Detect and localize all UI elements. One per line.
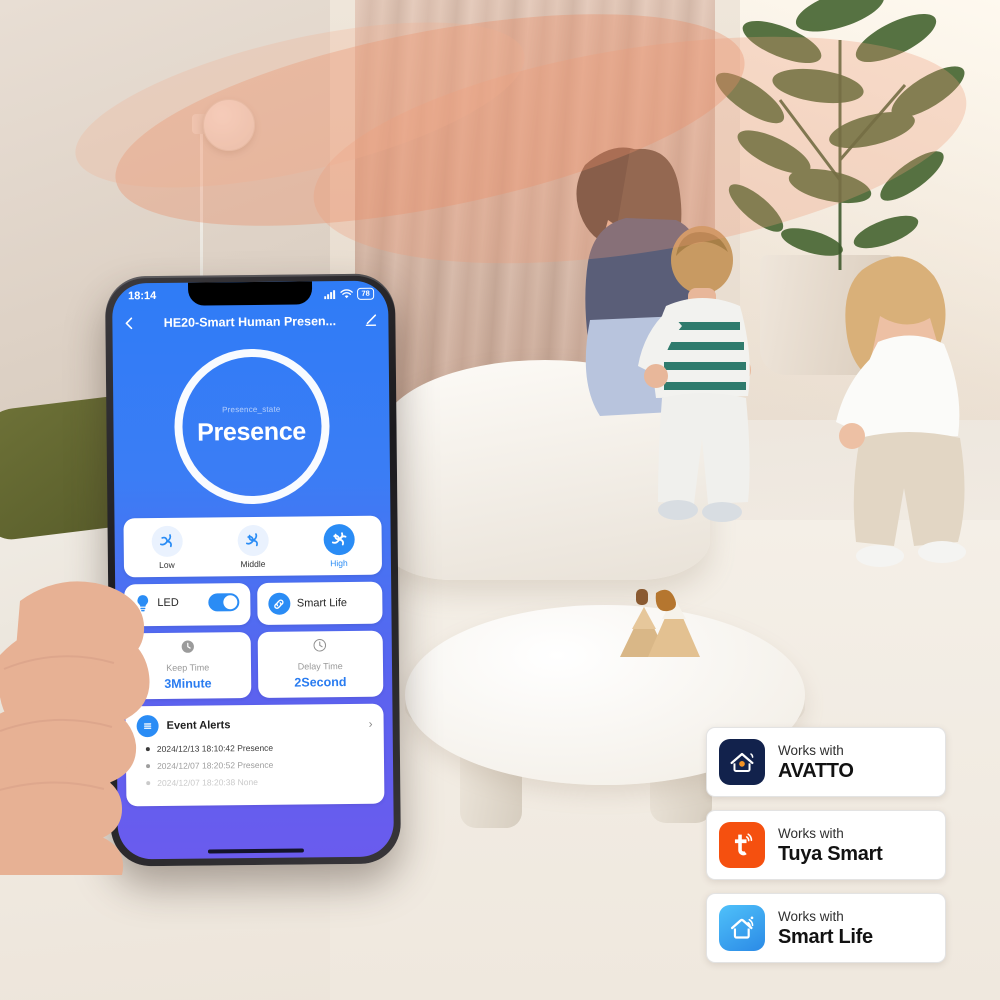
badge-name: AVATTO	[778, 759, 854, 782]
figure-girl	[836, 256, 966, 567]
presence-state-label: Presence_state	[222, 404, 281, 415]
sensitivity-label: Low	[159, 559, 175, 570]
cellular-signal-icon	[324, 289, 336, 299]
badge-prefix: Works with	[778, 825, 844, 841]
sensitivity-label: High	[330, 558, 348, 569]
tuya-t-logo-icon	[719, 822, 765, 868]
event-dot-icon	[146, 781, 151, 786]
event-text: 2024/12/07 18:20:52 Presence	[156, 759, 274, 772]
event-alerts-list: 2024/12/13 18:10:42 Presence 2024/12/07 …	[126, 740, 385, 807]
delay-time-value: 2Second	[294, 675, 347, 690]
list-item[interactable]: 2024/12/13 18:10:42 Presence	[145, 742, 373, 755]
event-dot-icon	[146, 764, 151, 769]
smartphone-device: 18:14 78 HE20-Smart Human Presen... Pres…	[104, 273, 402, 867]
avatto-house-logo-icon	[719, 739, 765, 785]
sensitivity-label: Middle	[240, 558, 266, 570]
wooden-mountain-decor-icon	[620, 589, 700, 657]
sensitivity-option-middle[interactable]: Middle	[210, 524, 296, 570]
event-text: 2024/12/07 18:20:38 None	[157, 776, 258, 789]
clock-filled-icon	[181, 640, 194, 653]
led-toggle-switch[interactable]	[207, 593, 239, 612]
badge-prefix: Works with	[778, 742, 844, 758]
event-dot-icon	[145, 747, 150, 752]
badge-tuya-smart[interactable]: Works with Tuya Smart	[706, 810, 946, 880]
event-alerts-card[interactable]: Event Alerts › 2024/12/13 18:10:42 Prese…	[125, 703, 385, 807]
sensitivity-option-high[interactable]: High	[296, 523, 382, 569]
list-item[interactable]: 2024/12/07 18:20:52 Presence	[146, 759, 373, 771]
chevron-right-icon[interactable]: ›	[369, 717, 373, 731]
pencil-edit-icon[interactable]	[363, 313, 378, 328]
app-navigation-bar: HE20-Smart Human Presen...	[112, 307, 388, 337]
smart-life-card[interactable]: Smart Life	[256, 581, 383, 625]
phone-screen: 18:14 78 HE20-Smart Human Presen... Pres…	[111, 280, 395, 860]
badge-prefix: Works with	[778, 908, 844, 924]
event-alerts-title: Event Alerts	[166, 719, 231, 732]
badge-name: Smart Life	[778, 925, 873, 948]
badge-avatto[interactable]: Works with AVATTO	[706, 727, 946, 797]
toggle-knob	[222, 595, 237, 610]
clock-outline-icon	[313, 639, 327, 652]
home-indicator	[207, 848, 304, 854]
presence-sensor-device	[203, 99, 255, 151]
fan-swirl-icon	[323, 523, 355, 556]
presence-state-dial[interactable]: Presence_state Presence	[113, 334, 391, 519]
led-control-card: LED	[124, 583, 251, 627]
link-icon	[267, 592, 290, 615]
list-item[interactable]: 2024/12/07 18:20:38 None	[146, 776, 373, 788]
presence-ring: Presence_state Presence	[173, 347, 330, 505]
status-time: 18:14	[128, 289, 157, 303]
sensor-cable	[200, 132, 203, 282]
keep-time-label: Keep Time	[166, 662, 210, 673]
delay-time-label: Delay Time	[297, 661, 343, 672]
fan-swirl-icon	[151, 525, 183, 558]
chevron-left-icon[interactable]	[122, 316, 136, 330]
family-figures	[576, 147, 966, 567]
led-label: LED	[157, 596, 179, 610]
wifi-icon	[340, 289, 353, 299]
delay-time-card[interactable]: Delay Time 2Second	[257, 630, 384, 698]
page-title: HE20-Smart Human Presen...	[163, 313, 337, 330]
phone-notch	[187, 281, 313, 306]
badge-smart-life[interactable]: Works with Smart Life	[706, 893, 946, 963]
compatibility-badges: Works with AVATTO Works with Tuya Smart	[706, 727, 946, 976]
presence-state-value: Presence	[197, 417, 307, 447]
sensitivity-option-low[interactable]: Low	[124, 525, 210, 570]
keep-time-card[interactable]: Keep Time 3Minute	[124, 632, 251, 700]
list-menu-icon	[136, 714, 159, 738]
smart-life-label: Smart Life	[296, 597, 348, 610]
smartlife-house-wifi-logo-icon	[719, 905, 765, 951]
event-text: 2024/12/13 18:10:42 Presence	[156, 742, 274, 755]
keep-time-value: 3Minute	[164, 676, 212, 691]
lightbulb-icon	[137, 595, 149, 612]
fan-swirl-icon	[237, 524, 269, 557]
badge-name: Tuya Smart	[778, 842, 883, 865]
sensitivity-selector-card: Low Middle High	[123, 515, 383, 578]
battery-indicator: 78	[357, 287, 375, 300]
